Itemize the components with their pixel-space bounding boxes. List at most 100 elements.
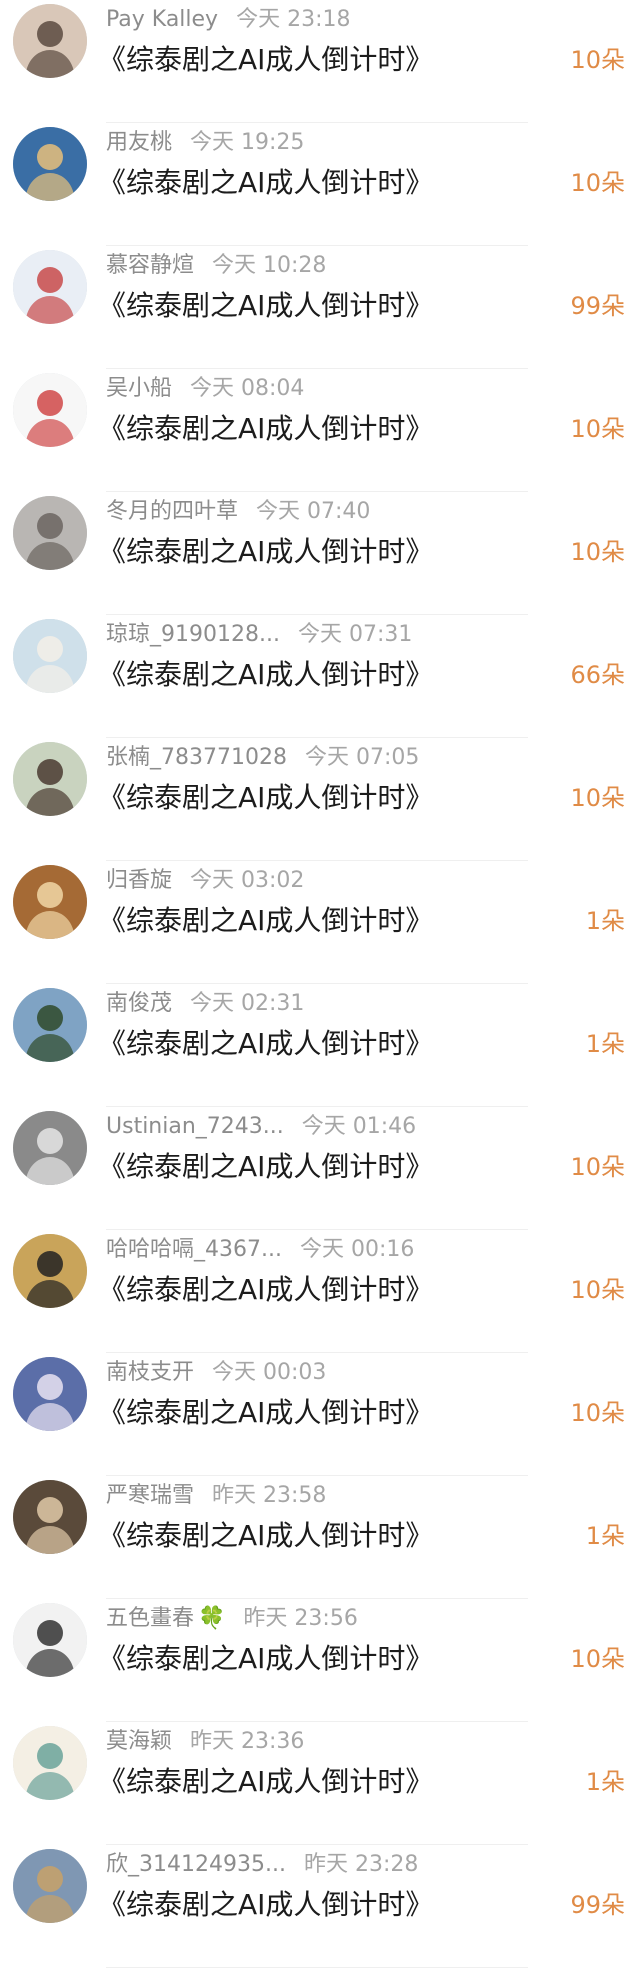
list-item[interactable]: 欣_314124935... 昨天 23:28 《综泰剧之AI成人倒计时》 99朵 — [0, 1845, 640, 1968]
list-item[interactable]: 冬月的四叶草 今天 07:40 《综泰剧之AI成人倒计时》 10朵 — [0, 492, 640, 615]
work-title[interactable]: 《综泰剧之AI成人倒计时》 — [98, 655, 433, 695]
user-name[interactable]: 五色畫春 — [106, 1606, 194, 1631]
timestamp: 今天 00:16 — [299, 1237, 415, 1262]
list-item[interactable]: 吴小船 今天 08:04 《综泰剧之AI成人倒计时》 10朵 — [0, 369, 640, 492]
avatar[interactable] — [13, 127, 87, 201]
user-name[interactable]: Pay Kalley — [106, 7, 218, 32]
work-title[interactable]: 《综泰剧之AI成人倒计时》 — [98, 409, 433, 449]
timestamp: 昨天 23:28 — [303, 1852, 419, 1877]
gift-amount: 10朵 — [570, 784, 625, 812]
timestamp: 今天 08:04 — [190, 376, 305, 401]
latte-art-icon — [13, 865, 87, 939]
user-name[interactable]: 哈哈哈嗝_4367... — [106, 1237, 282, 1262]
work-title[interactable]: 《综泰剧之AI成人倒计时》 — [98, 1762, 433, 1802]
list-item[interactable]: Ustinian_7243... 今天 01:46 《综泰剧之AI成人倒计时》 10朵 — [0, 1107, 640, 1230]
timestamp: 昨天 23:58 — [212, 1483, 327, 1508]
avatar[interactable] — [13, 1603, 87, 1677]
work-title[interactable]: 《综泰剧之AI成人倒计时》 — [98, 1393, 433, 1433]
timestamp: 昨天 23:36 — [190, 1729, 305, 1754]
avatar[interactable] — [13, 373, 87, 447]
user-name[interactable]: 吴小船 — [106, 376, 172, 401]
avatar[interactable] — [13, 742, 87, 816]
user-name[interactable]: 张楠_783771028 — [106, 745, 287, 770]
avatar[interactable] — [13, 1234, 87, 1308]
list-item[interactable]: 张楠_783771028 今天 07:05 《综泰剧之AI成人倒计时》 10朵 — [0, 738, 640, 861]
work-title[interactable]: 《综泰剧之AI成人倒计时》 — [98, 1270, 433, 1310]
avatar[interactable] — [13, 865, 87, 939]
gift-record-list: Pay Kalley 今天 23:18 《综泰剧之AI成人倒计时》 10朵 用友桃 今天 … — [0, 0, 640, 1968]
meta-line: 冬月的四叶草 今天 07:40 — [106, 496, 370, 528]
meta-line: 哈哈哈嗝_4367... 今天 00:16 — [106, 1234, 414, 1266]
lake-forest-icon — [13, 988, 87, 1062]
gift-amount: 10朵 — [570, 46, 625, 74]
list-item[interactable]: 五色畫春 🍀 昨天 23:56 《综泰剧之AI成人倒计时》 10朵 — [0, 1599, 640, 1722]
meta-line: 五色畫春 🍀 昨天 23:56 — [106, 1603, 358, 1635]
woman-portrait-icon — [13, 4, 87, 78]
group-photo-icon — [13, 1480, 87, 1554]
gift-amount: 10朵 — [570, 1645, 625, 1673]
user-name[interactable]: 归香旋 — [106, 868, 172, 893]
meta-line: 用友桃 今天 19:25 — [106, 127, 304, 159]
user-name[interactable]: 莫海颖 — [106, 1729, 172, 1754]
work-title[interactable]: 《综泰剧之AI成人倒计时》 — [98, 1516, 433, 1556]
landscape-icon — [13, 127, 87, 201]
work-title[interactable]: 《综泰剧之AI成人倒计时》 — [98, 163, 433, 203]
work-title[interactable]: 《综泰剧之AI成人倒计时》 — [98, 778, 433, 818]
temple-sky-icon — [13, 1849, 87, 1923]
work-title[interactable]: 《综泰剧之AI成人倒计时》 — [98, 286, 433, 326]
list-item[interactable]: 慕容静煊 今天 10:28 《综泰剧之AI成人倒计时》 99朵 — [0, 246, 640, 369]
list-item[interactable]: 严寒瑞雪 昨天 23:58 《综泰剧之AI成人倒计时》 1朵 — [0, 1476, 640, 1599]
work-title[interactable]: 《综泰剧之AI成人倒计时》 — [98, 901, 433, 941]
list-item[interactable]: 琼琼_9190128... 今天 07:31 《综泰剧之AI成人倒计时》 66朵 — [0, 615, 640, 738]
work-title[interactable]: 《综泰剧之AI成人倒计时》 — [98, 1639, 433, 1679]
gift-amount: 10朵 — [570, 169, 625, 197]
work-title[interactable]: 《综泰剧之AI成人倒计时》 — [98, 1024, 433, 1064]
avatar[interactable] — [13, 1726, 87, 1800]
user-name[interactable]: 琼琼_9190128... — [106, 622, 280, 647]
gift-amount: 1朵 — [585, 1030, 625, 1058]
list-item[interactable]: 用友桃 今天 19:25 《综泰剧之AI成人倒计时》 10朵 — [0, 123, 640, 246]
work-title[interactable]: 《综泰剧之AI成人倒计时》 — [98, 1147, 433, 1187]
timestamp: 昨天 23:56 — [243, 1606, 358, 1631]
meta-line: 归香旋 今天 03:02 — [106, 865, 304, 897]
idol-portrait-icon — [13, 1357, 87, 1431]
ink-girl-icon — [13, 1603, 87, 1677]
beach-icon — [13, 619, 87, 693]
cat-icon — [13, 496, 87, 570]
meta-line: 莫海颖 昨天 23:36 — [106, 1726, 304, 1758]
avatar[interactable] — [13, 1357, 87, 1431]
list-item[interactable]: 南俊茂 今天 02:31 《综泰剧之AI成人倒计时》 1朵 — [0, 984, 640, 1107]
list-item[interactable]: 南枝支开 今天 00:03 《综泰剧之AI成人倒计时》 10朵 — [0, 1353, 640, 1476]
avatar[interactable] — [13, 1480, 87, 1554]
work-title[interactable]: 《综泰剧之AI成人倒计时》 — [98, 532, 433, 572]
user-name[interactable]: 用友桃 — [106, 130, 172, 155]
user-name[interactable]: 严寒瑞雪 — [106, 1483, 194, 1508]
meta-line: 慕容静煊 今天 10:28 — [106, 250, 326, 282]
user-name[interactable]: 冬月的四叶草 — [106, 499, 238, 524]
user-name[interactable]: 南枝支开 — [106, 1360, 194, 1385]
list-item[interactable]: 归香旋 今天 03:02 《综泰剧之AI成人倒计时》 1朵 — [0, 861, 640, 984]
cartoon-character-icon — [13, 373, 87, 447]
avatar[interactable] — [13, 250, 87, 324]
work-title[interactable]: 《综泰剧之AI成人倒计时》 — [98, 40, 433, 80]
list-item[interactable]: Pay Kalley 今天 23:18 《综泰剧之AI成人倒计时》 10朵 — [0, 0, 640, 123]
avatar[interactable] — [13, 496, 87, 570]
avatar[interactable] — [13, 1111, 87, 1185]
avatar[interactable] — [13, 4, 87, 78]
user-name[interactable]: Ustinian_7243... — [106, 1114, 284, 1139]
gift-amount: 1朵 — [585, 907, 625, 935]
avatar[interactable] — [13, 1849, 87, 1923]
gift-amount: 10朵 — [570, 415, 625, 443]
meta-line: 南俊茂 今天 02:31 — [106, 988, 304, 1020]
avatar[interactable] — [13, 988, 87, 1062]
work-title[interactable]: 《综泰剧之AI成人倒计时》 — [98, 1885, 433, 1925]
avatar[interactable] — [13, 619, 87, 693]
meta-line: Ustinian_7243... 今天 01:46 — [106, 1111, 416, 1143]
user-name[interactable]: 慕容静煊 — [106, 253, 194, 278]
meta-line: 欣_314124935... 昨天 23:28 — [106, 1849, 418, 1881]
list-item[interactable]: 莫海颖 昨天 23:36 《综泰剧之AI成人倒计时》 1朵 — [0, 1722, 640, 1845]
list-item[interactable]: 哈哈哈嗝_4367... 今天 00:16 《综泰剧之AI成人倒计时》 10朵 — [0, 1230, 640, 1353]
girl-illustration-icon — [13, 250, 87, 324]
user-name[interactable]: 欣_314124935... — [106, 1852, 286, 1877]
user-name[interactable]: 南俊茂 — [106, 991, 172, 1016]
